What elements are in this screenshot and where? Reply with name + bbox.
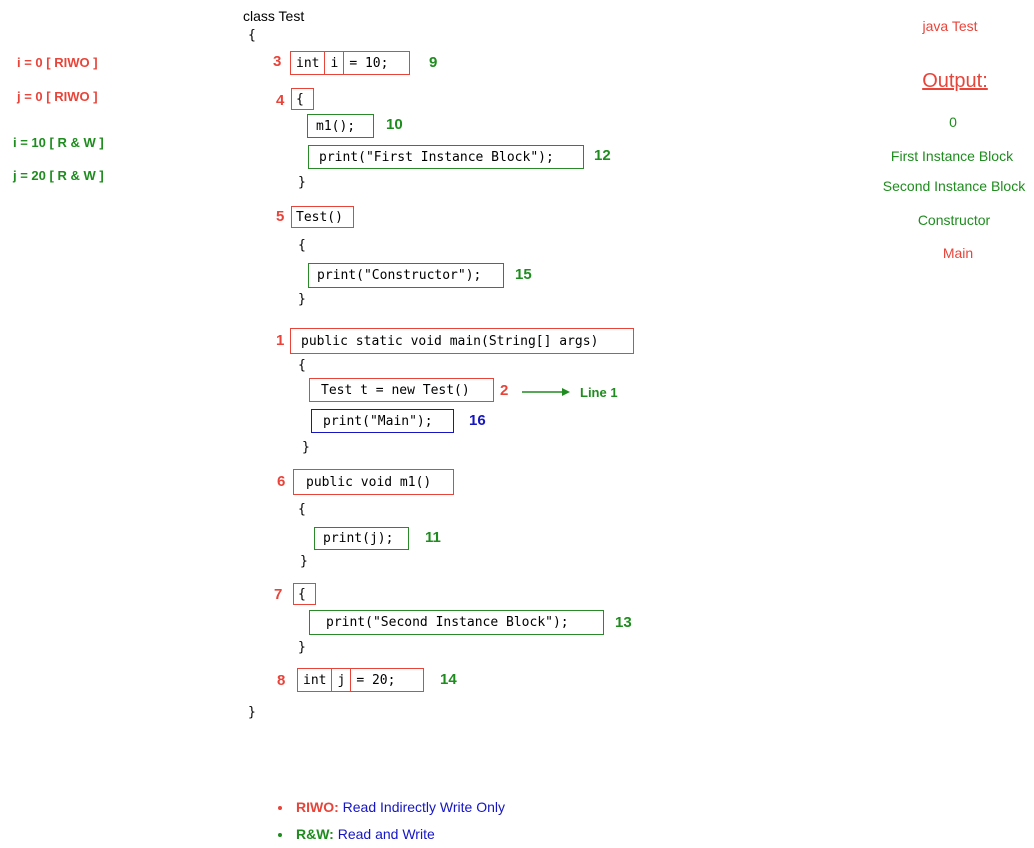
output-line-second-instance: Second Instance Block	[882, 178, 1026, 194]
legend-riwo: RIWO: Read Indirectly Write Only	[278, 799, 505, 815]
m1-signature: public void m1()	[293, 469, 454, 495]
step-5: 5	[276, 208, 285, 225]
step-8: 8	[277, 672, 286, 689]
step-4: 4	[276, 92, 285, 109]
constructor-open-brace: {	[298, 238, 306, 253]
note-i-rw: i = 10 [ R & W ]	[13, 135, 104, 150]
step-15: 15	[515, 266, 532, 283]
var-i: i	[324, 52, 343, 74]
run-command: java Test	[922, 18, 978, 34]
bullet-icon	[278, 806, 282, 811]
main-open-brace: {	[298, 358, 306, 373]
legend-riwo-term: RIWO:	[296, 799, 339, 815]
instance-block-2-open: {	[293, 583, 316, 605]
arrow-to-line-1	[522, 388, 570, 396]
assign-20: = 20;	[350, 669, 400, 691]
class-open-brace: {	[248, 28, 256, 43]
int-keyword-j: int	[303, 672, 327, 688]
print-second-instance-block: print("Second Instance Block");	[309, 610, 604, 635]
constructor-close-brace: }	[298, 292, 306, 307]
note-j-rw: j = 20 [ R & W ]	[13, 168, 104, 183]
legend-riwo-desc: Read Indirectly Write Only	[342, 799, 506, 815]
step-7: 7	[274, 586, 283, 603]
step-10: 10	[386, 116, 403, 133]
int-i-declaration: int i = 10;	[290, 51, 410, 75]
output-heading: Output:	[922, 70, 988, 92]
step-9: 9	[429, 54, 438, 71]
m1-call: m1();	[307, 114, 374, 138]
legend-rw-term: R&W:	[296, 826, 334, 842]
legend-rw-desc: Read and Write	[337, 826, 435, 842]
output-line-main: Main	[942, 245, 974, 261]
line-1-label: Line 1	[580, 385, 618, 400]
note-i-riwo: i = 0 [ RIWO ]	[17, 55, 98, 70]
instance-block-2-close: }	[298, 640, 306, 655]
step-12: 12	[594, 147, 611, 164]
bullet-icon	[278, 833, 282, 838]
step-2: 2	[500, 382, 509, 399]
print-first-instance-block: print("First Instance Block");	[308, 145, 584, 169]
class-declaration: class Test	[243, 8, 305, 24]
output-line-first-instance: First Instance Block	[890, 148, 1014, 164]
instance-block-1-open: {	[291, 88, 314, 110]
step-16: 16	[469, 412, 486, 429]
step-1: 1	[276, 332, 285, 349]
step-13: 13	[615, 614, 632, 631]
class-close-brace: }	[248, 705, 256, 720]
output-line-constructor: Constructor	[917, 212, 991, 228]
m1-close-brace: }	[300, 554, 308, 569]
note-j-riwo: j = 0 [ RIWO ]	[17, 89, 98, 104]
output-line-0: 0	[949, 114, 957, 130]
assign-10: = 10;	[343, 52, 393, 74]
constructor-signature: Test()	[291, 206, 354, 228]
main-signature: public static void main(String[] args)	[290, 328, 634, 354]
step-6: 6	[277, 473, 286, 490]
int-keyword: int	[296, 55, 320, 71]
print-j: print(j);	[314, 527, 409, 550]
var-j: j	[331, 669, 350, 691]
print-constructor: print("Constructor");	[308, 263, 504, 288]
step-3: 3	[273, 53, 282, 70]
new-test-statement: Test t = new Test()	[309, 378, 494, 402]
int-j-declaration: int j = 20;	[297, 668, 424, 692]
step-14: 14	[440, 671, 457, 688]
main-close-brace: }	[302, 440, 310, 455]
instance-block-1-close: }	[298, 175, 306, 190]
legend-rw: R&W: Read and Write	[278, 826, 435, 842]
step-11: 11	[425, 529, 441, 546]
m1-open-brace: {	[298, 502, 306, 517]
print-main: print("Main");	[311, 409, 454, 433]
